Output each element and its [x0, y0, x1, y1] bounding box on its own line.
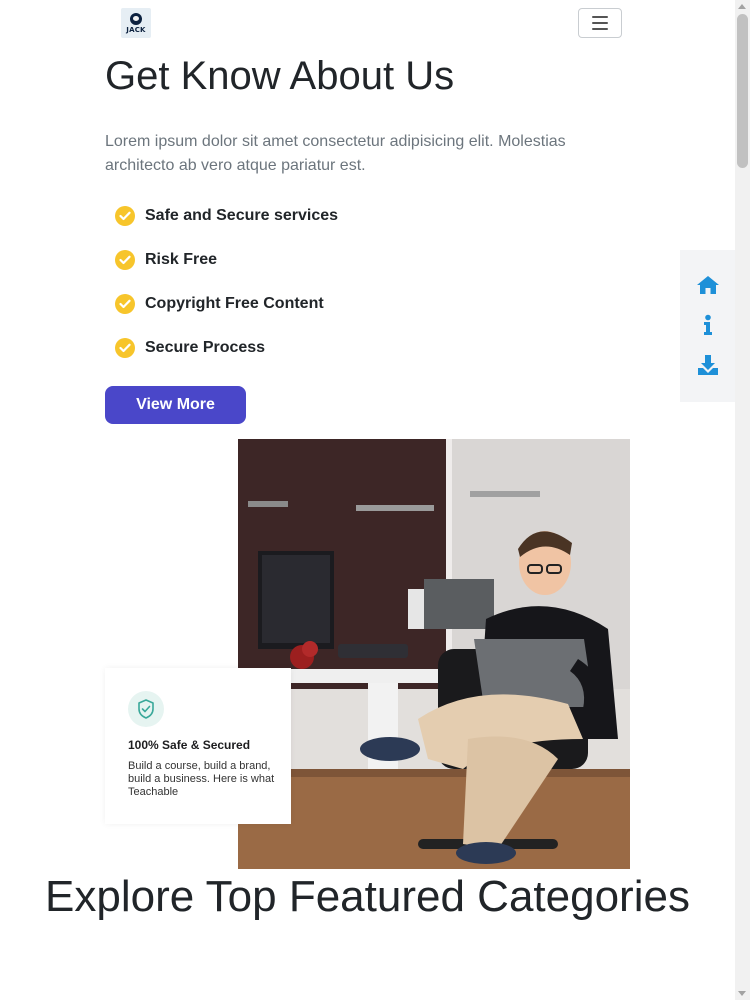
download-icon[interactable] — [696, 354, 720, 376]
brand-logo[interactable]: JACK — [121, 8, 151, 38]
feature-item: Risk Free — [115, 248, 338, 272]
card-title: 100% Safe & Secured — [128, 738, 251, 752]
view-more-button[interactable]: View More — [105, 386, 246, 424]
scroll-thumb[interactable] — [737, 14, 748, 168]
check-circle-icon — [115, 250, 135, 270]
about-title: Get Know About Us — [105, 54, 455, 98]
about-description: Lorem ipsum dolor sit amet consectetur a… — [105, 133, 566, 174]
side-panel — [680, 250, 735, 402]
feature-label: Safe and Secure services — [145, 207, 339, 224]
feature-item: Safe and Secure services — [115, 204, 338, 228]
feature-list: Safe and Secure services Risk Free Copyr… — [115, 204, 338, 380]
feature-item: Secure Process — [115, 336, 338, 360]
office-photo — [238, 439, 630, 869]
scroll-up-arrow-icon[interactable] — [738, 4, 746, 9]
info-icon[interactable] — [696, 314, 720, 336]
shield-check-icon — [128, 691, 164, 727]
check-circle-icon — [115, 294, 135, 314]
explore-title: Explore Top Featured Categories — [45, 872, 690, 921]
safe-secured-card: 100% Safe & Secured Build a course, buil… — [105, 668, 291, 824]
jack-logo-icon — [130, 13, 142, 25]
card-text: Build a course, build a brand, build a b… — [128, 760, 275, 798]
feature-label: Risk Free — [145, 251, 218, 268]
feature-label: Copyright Free Content — [145, 295, 324, 312]
check-circle-icon — [115, 206, 135, 226]
check-circle-icon — [115, 338, 135, 358]
feature-item: Copyright Free Content — [115, 292, 338, 316]
hamburger-menu-icon — [592, 16, 608, 18]
hamburger-menu-button[interactable] — [578, 8, 622, 38]
logo-text: JACK — [126, 26, 146, 34]
feature-label: Secure Process — [145, 339, 266, 356]
scrollbar[interactable] — [735, 0, 750, 1000]
navbar: JACK — [0, 0, 735, 46]
scroll-down-arrow-icon[interactable] — [738, 991, 746, 996]
home-icon[interactable] — [696, 274, 720, 296]
